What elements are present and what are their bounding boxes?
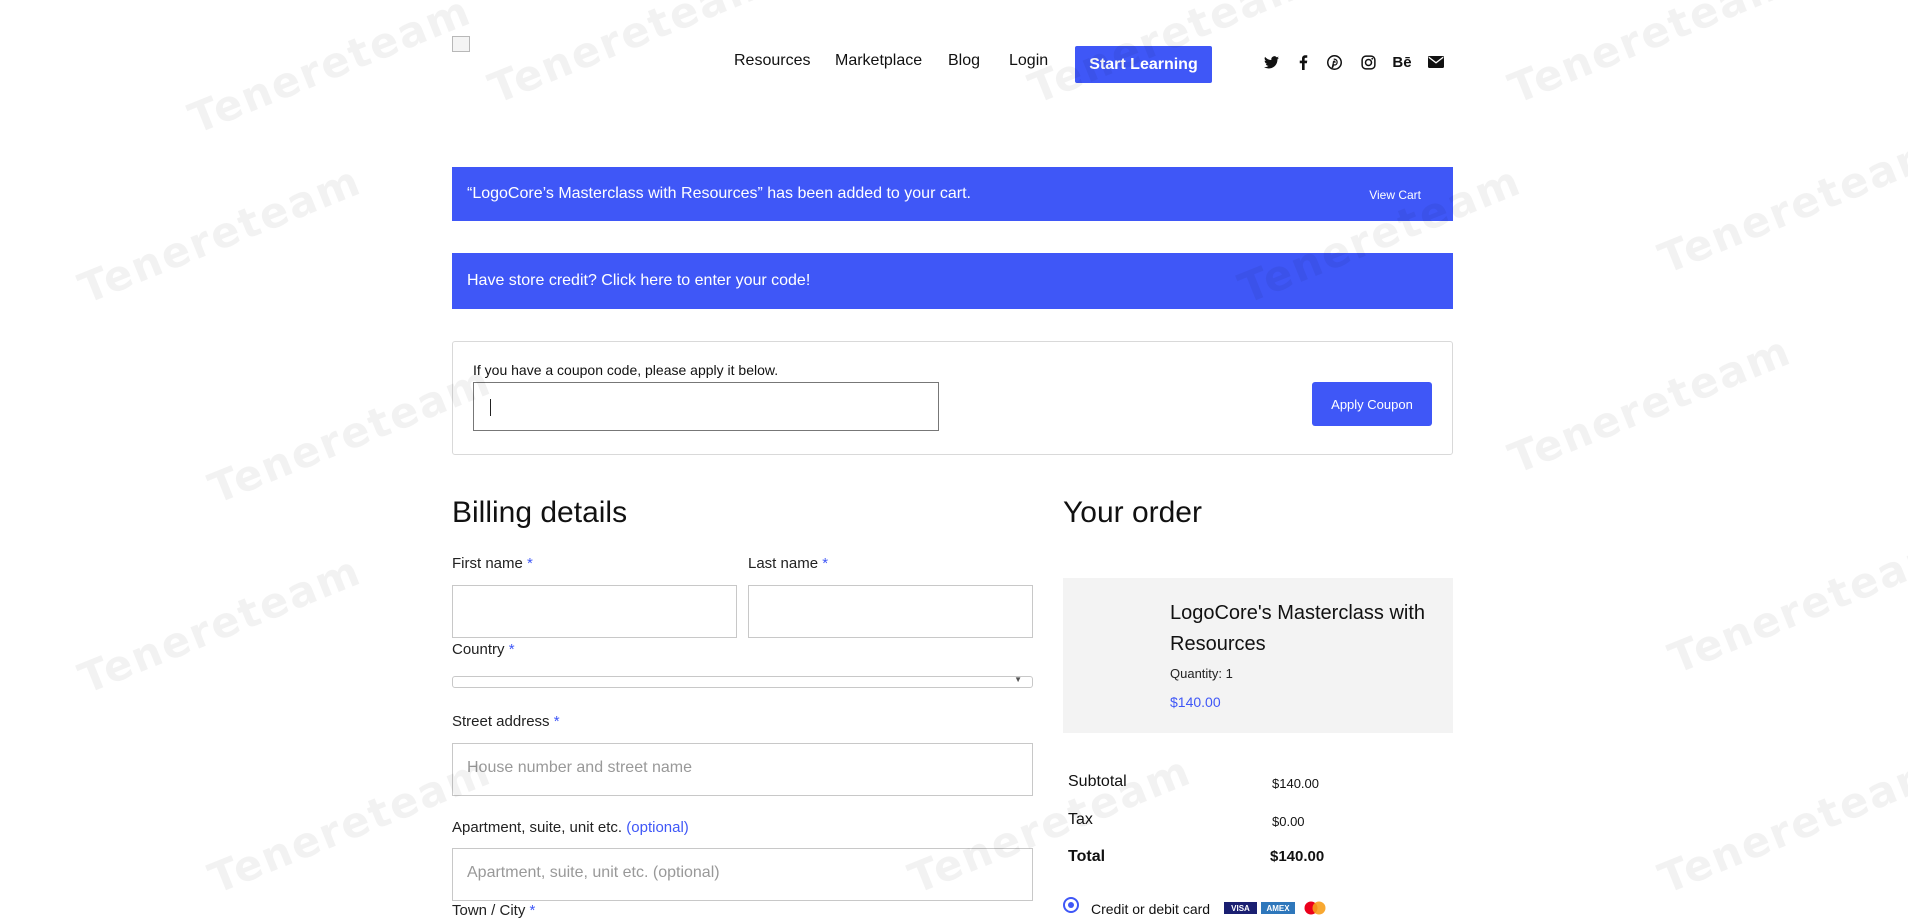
town-city-label: Town / City * bbox=[452, 902, 535, 919]
street-address-label-text: Street address bbox=[452, 713, 550, 730]
nav-marketplace[interactable]: Marketplace bbox=[835, 52, 922, 70]
product-quantity: Quantity: 1 bbox=[1170, 666, 1233, 681]
apartment-label-text: Apartment, suite, unit etc. bbox=[452, 819, 623, 836]
first-name-label-text: First name bbox=[452, 555, 523, 572]
first-name-field[interactable] bbox=[452, 585, 737, 638]
total-value: $140.00 bbox=[1270, 848, 1325, 865]
envelope-icon[interactable] bbox=[1426, 52, 1446, 72]
product-price: $140.00 bbox=[1170, 694, 1221, 710]
cart-notice: “LogoCore’s Masterclass with Resources” … bbox=[452, 167, 1453, 221]
required-mark: * bbox=[529, 902, 536, 919]
tax-label: Tax bbox=[1068, 811, 1093, 828]
text-caret bbox=[490, 399, 491, 416]
watermark-text: Tenereteam bbox=[1501, 325, 1799, 484]
store-credit-link[interactable]: Have store credit? Click here to enter y… bbox=[467, 272, 810, 290]
apply-coupon-button[interactable]: Apply Coupon bbox=[1312, 382, 1432, 426]
start-learning-button[interactable]: Start Learning bbox=[1075, 46, 1212, 83]
last-name-field[interactable] bbox=[748, 585, 1033, 638]
total-label: Total bbox=[1068, 848, 1106, 865]
view-cart-link[interactable]: View Cart bbox=[1369, 188, 1421, 202]
watermark-text: Tenereteam bbox=[71, 545, 369, 704]
watermark-text: Tenereteam bbox=[1501, 0, 1799, 114]
billing-title: Billing details bbox=[452, 496, 628, 529]
cart-notice-message: “LogoCore’s Masterclass with Resources” … bbox=[467, 185, 971, 202]
amex-icon: AMEX bbox=[1261, 902, 1295, 914]
tax-value: $0.00 bbox=[1272, 814, 1305, 829]
instagram-icon[interactable] bbox=[1358, 52, 1378, 72]
order-title: Your order bbox=[1063, 496, 1202, 529]
apartment-label: Apartment, suite, unit etc. (optional) bbox=[452, 819, 689, 836]
watermark-text: Tenereteam bbox=[1661, 525, 1908, 684]
subtotal-value: $140.00 bbox=[1272, 776, 1319, 791]
required-mark: * bbox=[553, 713, 560, 730]
required-mark: * bbox=[822, 555, 829, 572]
watermark-text: Tenereteam bbox=[1651, 125, 1908, 284]
required-mark: * bbox=[508, 641, 515, 658]
last-name-label: Last name * bbox=[748, 555, 828, 572]
coupon-form: If you have a coupon code, please apply … bbox=[452, 341, 1453, 455]
payment-radio-card[interactable] bbox=[1063, 897, 1079, 913]
last-name-label-text: Last name bbox=[748, 555, 819, 572]
country-select[interactable]: ▼ bbox=[452, 675, 1033, 688]
coupon-label: If you have a coupon code, please apply … bbox=[473, 362, 779, 378]
facebook-icon[interactable] bbox=[1293, 52, 1313, 72]
site-logo[interactable] bbox=[452, 36, 470, 52]
nav-login[interactable]: Login bbox=[1009, 52, 1048, 70]
nav-resources[interactable]: Resources bbox=[734, 52, 810, 70]
payment-method-label[interactable]: Credit or debit card bbox=[1091, 901, 1210, 917]
store-credit-notice[interactable]: Have store credit? Click here to enter y… bbox=[452, 253, 1453, 309]
required-mark: * bbox=[527, 555, 533, 572]
coupon-code-input[interactable] bbox=[473, 382, 939, 431]
street-address-field[interactable]: House number and street name bbox=[452, 743, 1033, 796]
visa-icon: VISA bbox=[1224, 902, 1257, 914]
street-address-label: Street address * bbox=[452, 713, 560, 730]
watermark-text: Tenereteam bbox=[1651, 745, 1908, 904]
behance-icon[interactable]: Bē bbox=[1390, 52, 1414, 72]
nav-blog[interactable]: Blog bbox=[948, 52, 980, 70]
twitter-icon[interactable] bbox=[1261, 52, 1281, 72]
first-name-label: First name * bbox=[452, 555, 533, 572]
watermark-text: Tenereteam bbox=[181, 0, 479, 144]
apartment-placeholder: Apartment, suite, unit etc. (optional) bbox=[467, 864, 720, 881]
product-name: LogoCore's Masterclass with Resources bbox=[1170, 602, 1426, 655]
apartment-field[interactable]: Apartment, suite, unit etc. (optional) bbox=[452, 848, 1033, 901]
order-item: LogoCore's Masterclass with Resources Qu… bbox=[1063, 578, 1453, 733]
watermark-text: Tenereteam bbox=[71, 155, 369, 314]
optional-tag: (optional) bbox=[626, 819, 689, 836]
pinterest-icon[interactable] bbox=[1324, 52, 1344, 72]
street-address-placeholder: House number and street name bbox=[467, 759, 693, 776]
subtotal-label: Subtotal bbox=[1068, 773, 1127, 790]
mastercard-icon bbox=[1302, 901, 1328, 915]
country-label-text: Country bbox=[452, 641, 505, 658]
town-city-label-text: Town / City bbox=[452, 902, 526, 919]
chevron-down-icon: ▼ bbox=[1014, 675, 1022, 684]
country-label: Country * bbox=[452, 641, 515, 658]
